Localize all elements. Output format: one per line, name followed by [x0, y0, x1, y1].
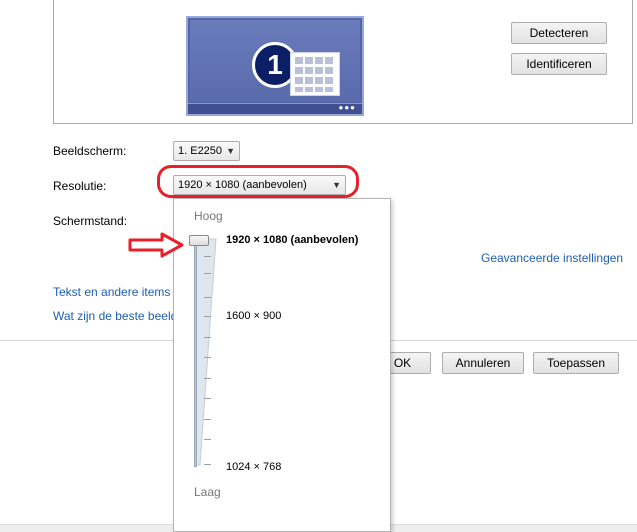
resolution-option[interactable]: 1920 × 1080 (aanbevolen) [226, 234, 358, 246]
high-label: Hoog [194, 209, 223, 223]
text-items-link[interactable]: Tekst en andere items g [53, 285, 180, 299]
start-tiles-icon [290, 52, 340, 96]
monitor-thumbnail[interactable]: 1 ●●● [186, 16, 364, 116]
display-select[interactable]: 1. E2250 ▼ [173, 141, 240, 161]
taskbar-dots: ●●● [338, 103, 356, 112]
slider-tick [204, 419, 211, 420]
annotation-arrow-icon [128, 232, 184, 258]
monitor-taskbar: ●●● [188, 103, 362, 114]
detect-button[interactable]: Detecteren [511, 22, 607, 44]
slider-tick [204, 273, 211, 274]
display-label: Beeldscherm: [53, 144, 127, 158]
slider-tick [204, 297, 211, 298]
slider-tick [204, 357, 211, 358]
slider-tick [204, 316, 211, 317]
slider-tick [204, 464, 211, 465]
slider-tick [204, 256, 211, 257]
chevron-down-icon: ▼ [226, 146, 235, 156]
slider-tick [204, 398, 211, 399]
resolution-label: Resolutie: [53, 179, 107, 193]
cancel-button[interactable]: Annuleren [442, 352, 524, 374]
slider-track[interactable] [194, 237, 197, 467]
advanced-settings-link[interactable]: Geavanceerde instellingen [481, 251, 623, 265]
low-label: Laag [194, 485, 221, 499]
identify-button[interactable]: Identificeren [511, 53, 607, 75]
slider-thumb[interactable] [189, 235, 209, 246]
slider-tick [204, 439, 211, 440]
slider-tick [204, 337, 211, 338]
resolution-dropdown-popup: Hoog 1920 × 1080 (aanbevolen) 1600 × 900… [173, 198, 391, 532]
resolution-highlight-annotation [157, 165, 359, 198]
resolution-option[interactable]: 1024 × 768 [226, 461, 281, 473]
slider-tick [204, 378, 211, 379]
slider-track-wedge [194, 238, 217, 466]
best-display-link[interactable]: Wat zijn de beste beeld [53, 309, 177, 323]
resolution-option[interactable]: 1600 × 900 [226, 310, 281, 322]
display-select-value: 1. E2250 [178, 145, 223, 157]
apply-button[interactable]: Toepassen [533, 352, 619, 374]
orientation-label: Schermstand: [53, 214, 128, 228]
